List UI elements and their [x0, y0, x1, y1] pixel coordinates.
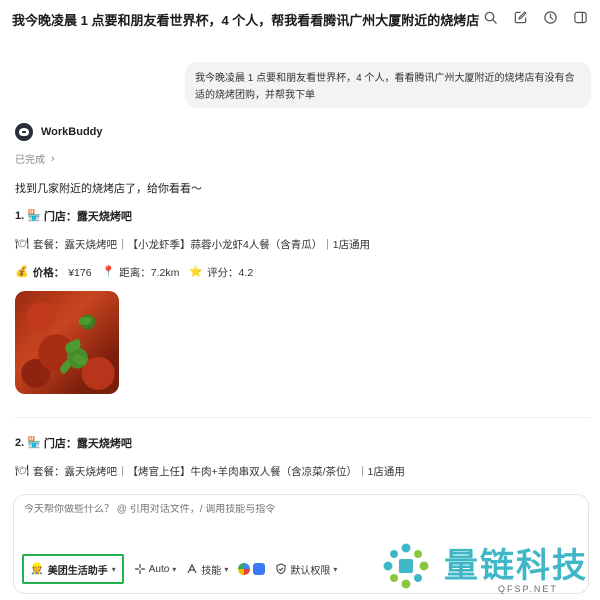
top-bar: 我今晚凌晨 1 点要和朋友看世界杯，4 个人，帮我看看腾讯广州大厦附近的烧烤店 [0, 0, 600, 36]
conversation-title: 我今晚凌晨 1 点要和朋友看世界杯，4 个人，帮我看看腾讯广州大厦附近的烧烤店 [12, 13, 480, 28]
message-input[interactable] [24, 504, 564, 515]
app-tencent-icon [253, 563, 266, 575]
store-1-distance: 距离：7.2km [119, 267, 180, 279]
chevron-down-icon: ▾ [111, 564, 116, 574]
location-pin-icon: 📍 [101, 266, 116, 278]
permission-selector[interactable]: 默认权限 ▾ [275, 562, 337, 577]
store-icon: 🏪 [27, 209, 41, 222]
dining-icon: 🍽 [15, 465, 29, 477]
history-icon[interactable] [542, 9, 558, 25]
connected-apps[interactable] [238, 563, 266, 575]
store-icon: 🏪 [27, 436, 41, 449]
mode-icon [134, 563, 146, 575]
app-google-icon [238, 563, 251, 575]
store-2-deal-line: 🍽 套餐：露天烧烤吧｜【烤官上任】牛肉+羊肉串双人餐（含凉菜/茶位）｜1店通用 [15, 464, 405, 479]
food-image-garnish [58, 359, 73, 375]
mode-label: Auto [148, 563, 170, 575]
assistant-intro-text: 找到几家附近的烧烤店了，给你看看～ [15, 183, 202, 195]
chevron-right-icon: › [51, 152, 55, 165]
skills-icon [186, 563, 198, 575]
search-icon[interactable] [482, 9, 498, 25]
mode-selector[interactable]: Auto ▾ [134, 563, 177, 575]
store-1-deal-line: 🍽 套餐：露天烧烤吧｜【小龙虾季】蒜蓉小龙虾4人餐（含青瓜）｜1店通用 [15, 237, 370, 252]
food-image-garnish [71, 352, 89, 367]
store-1-index: 1. [15, 210, 25, 222]
chevron-down-icon: ▾ [333, 564, 338, 574]
money-bag-icon: 💰 [15, 266, 29, 278]
store-2-deal: 套餐：露天烧烤吧｜【烤官上任】牛肉+羊肉串双人餐（含凉菜/茶位）｜1店通用 [32, 466, 405, 478]
shield-icon [275, 563, 287, 575]
agent-avatar-icon: 👷 [30, 562, 44, 575]
agent-selector[interactable]: 👷 美团生活助手 ▾ [22, 554, 124, 584]
food-image-garnish [63, 338, 83, 354]
section-divider [15, 417, 590, 418]
store-2-label: 门店：露天烧烤吧 [43, 438, 132, 450]
store-1-stats: 💰 价格： ¥176 📍 距离：7.2km ⭐ 评分：4.2 [15, 265, 253, 280]
composer-toolbar: 👷 美团生活助手 ▾ Auto ▾ 技能 ▾ 默认权限 ▾ [22, 554, 337, 584]
store-1-rating: 评分：4.2 [207, 267, 254, 279]
star-icon: ⭐ [189, 266, 204, 278]
edit-icon[interactable] [512, 9, 528, 25]
store-1-price: ¥176 [68, 266, 92, 279]
header-actions [482, 9, 588, 25]
panel-icon[interactable] [572, 9, 588, 25]
store-1-price-label: 价格： [32, 267, 65, 279]
assistant-avatar [15, 123, 33, 141]
store-1-food-image[interactable] [15, 291, 119, 394]
store-1-title: 1. 🏪 门店：露天烧烤吧 [15, 208, 132, 224]
food-image-garnish [78, 316, 92, 326]
chevron-down-icon: ▾ [224, 564, 229, 574]
agent-selector-label: 美团生活助手 [47, 565, 108, 577]
assistant-name: WorkBuddy [41, 126, 103, 138]
store-1-label: 门店：露天烧烤吧 [43, 211, 132, 223]
task-status-label: 已完成 [15, 155, 45, 166]
store-1-deal: 套餐：露天烧烤吧｜【小龙虾季】蒜蓉小龙虾4人餐（含青瓜）｜1店通用 [32, 239, 371, 251]
assistant-header: WorkBuddy [15, 123, 103, 141]
task-status-toggle[interactable]: 已完成 › [15, 151, 55, 167]
store-2-index: 2. [15, 437, 25, 449]
chevron-down-icon: ▾ [172, 564, 177, 574]
store-2-title: 2. 🏪 门店：露天烧烤吧 [15, 435, 132, 451]
permission-label: 默认权限 [290, 565, 331, 577]
message-composer: 👷 美团生活助手 ▾ Auto ▾ 技能 ▾ 默认权限 [13, 494, 589, 594]
user-message-bubble: 我今晚凌晨 1 点要和朋友看世界杯，4 个人，看看腾讯广州大厦附近的烧烤店有没有… [185, 62, 591, 108]
skills-label: 技能 [201, 565, 222, 577]
dining-icon: 🍽 [15, 238, 29, 250]
skills-selector[interactable]: 技能 ▾ [186, 562, 228, 577]
